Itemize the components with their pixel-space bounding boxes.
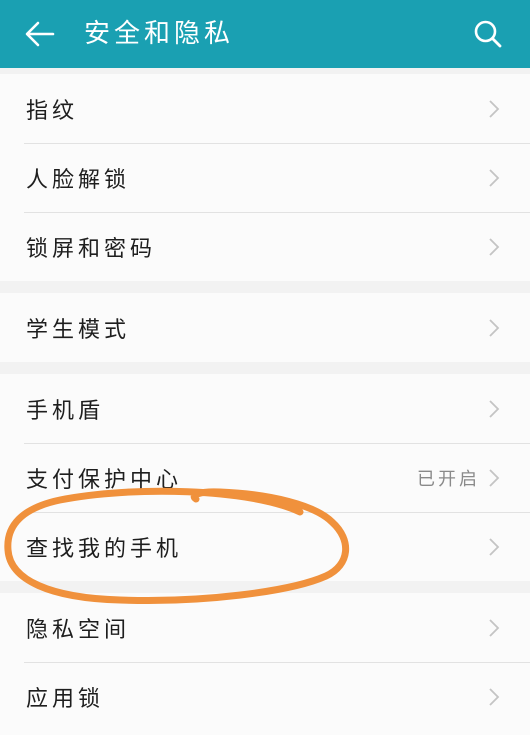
settings-item-find-my-phone[interactable]: 查找我的手机 [0,512,530,581]
chevron-right-icon [489,537,500,556]
settings-group-security: 手机盾 支付保护中心 已开启 查找我的手机 [0,374,530,581]
settings-item-label: 支付保护中心 [26,467,183,493]
settings-item-label: 指纹 [26,98,79,124]
chevron-right-icon [489,168,500,187]
settings-item-student-mode[interactable]: 学生模式 [0,293,530,362]
settings-item-fingerprint[interactable]: 指纹 [0,74,530,143]
chevron-right-icon [489,399,500,418]
settings-item-face-unlock[interactable]: 人脸解锁 [0,143,530,212]
chevron-right-icon [489,237,500,256]
settings-item-app-lock[interactable]: 应用锁 [0,662,530,731]
page-title: 安全和隐私 [84,19,235,49]
settings-item-label: 查找我的手机 [26,536,183,562]
app-bar: 安全和隐私 [0,0,530,68]
settings-item-label: 隐私空间 [26,617,131,643]
chevron-right-icon [489,468,500,487]
search-icon [474,20,502,48]
settings-item-lock-screen-password[interactable]: 锁屏和密码 [0,212,530,281]
settings-group-privacy: 隐私空间 应用锁 [0,593,530,735]
arrow-left-icon [25,21,55,47]
search-button[interactable] [468,14,508,54]
chevron-right-icon [489,99,500,118]
settings-item-label: 应用锁 [26,686,105,712]
settings-group-student: 学生模式 [0,293,530,362]
back-button[interactable] [20,14,60,54]
settings-item-label: 学生模式 [26,317,131,343]
status-text: 已开启 [417,468,480,490]
chevron-right-icon [489,618,500,637]
settings-item-phone-shield[interactable]: 手机盾 [0,374,530,443]
settings-item-label: 人脸解锁 [26,167,131,193]
chevron-right-icon [489,687,500,706]
settings-item-private-space[interactable]: 隐私空间 [0,593,530,662]
settings-item-payment-protection[interactable]: 支付保护中心 已开启 [0,443,530,512]
settings-group-biometrics: 指纹 人脸解锁 锁屏和密码 [0,74,530,281]
settings-screen: 安全和隐私 指纹 人脸解锁 锁屏和密码 学生模式 手机盾 支付保护中心 已开启 … [0,0,530,735]
settings-item-label: 手机盾 [26,398,105,424]
chevron-right-icon [489,318,500,337]
settings-item-label: 锁屏和密码 [26,236,157,262]
